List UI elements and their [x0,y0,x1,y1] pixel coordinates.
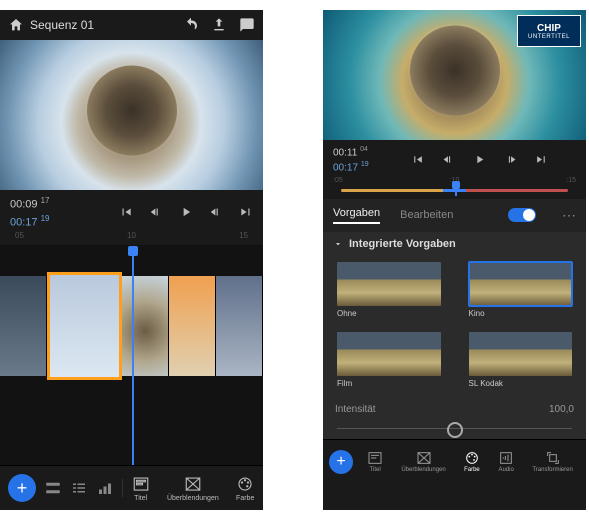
chevron-down-icon [333,239,343,249]
bottom-bar: + Titel Überblendungen Farbe Audio Trans… [323,439,586,484]
undo-icon[interactable] [183,17,199,33]
clip[interactable] [169,276,216,376]
title-icon [132,475,150,493]
timeline[interactable] [0,246,263,465]
levels-icon[interactable] [96,479,114,497]
transitions-icon [184,475,202,493]
presets-section-header[interactable]: Integrierte Vorgaben [323,232,586,254]
add-button[interactable]: + [329,450,353,474]
transport-row: 00:11 04 00:17 19 [323,140,586,177]
share-icon[interactable] [211,17,227,33]
play-icon[interactable] [473,153,486,166]
transport-controls [411,153,548,166]
clip[interactable] [122,276,169,376]
intensity-label: Intensität [335,404,376,415]
home-icon[interactable] [8,17,24,33]
tool-farbe[interactable]: Farbe [236,475,254,502]
transport-controls [119,205,253,219]
skip-start-icon[interactable] [119,205,133,219]
step-back-icon[interactable] [149,205,163,219]
step-forward-icon[interactable] [209,205,223,219]
phone-right: CHIP UNTERTITEL 00:11 04 00:17 19 :05 :1… [323,10,586,510]
tab-edit[interactable]: Bearbeiten [400,209,453,221]
track-collapse-icon[interactable] [44,479,62,497]
tool-ueberblendungen[interactable]: Überblendungen [401,450,445,473]
slider-knob[interactable] [447,422,463,438]
tool-titel[interactable]: Titel [367,450,383,473]
clip[interactable] [0,276,47,376]
color-icon [236,475,254,493]
comment-icon[interactable] [239,17,255,33]
step-forward-icon[interactable] [504,153,517,166]
tool-audio[interactable]: Audio [498,450,514,473]
clip-selected[interactable] [47,272,122,380]
list-icon[interactable] [70,479,88,497]
add-button[interactable]: + [8,474,36,502]
audio-icon [498,450,514,466]
timecode-row: 00:09 17 00:17 19 [0,190,263,229]
skip-end-icon[interactable] [535,153,548,166]
tab-presets[interactable]: Vorgaben [333,207,380,224]
chip-badge: CHIP UNTERTITEL [517,15,581,47]
playhead[interactable] [132,246,134,465]
timecode: 00:09 17 00:17 19 [10,194,50,229]
more-icon[interactable]: ⋯ [562,207,576,224]
step-back-icon[interactable] [442,153,455,166]
timecode: 00:11 04 00:17 19 [333,144,369,175]
header: Sequenz 01 [0,10,263,40]
phone-left: Sequenz 01 00:09 17 00:17 19 05 10 15 [0,10,263,510]
sequence-title: Sequenz 01 [30,18,183,32]
preset-slkodak[interactable]: SL Kodak [469,332,573,388]
effect-toggle[interactable] [508,208,536,222]
bottom-bar: + Titel Überblendungen Farbe [0,465,263,510]
tool-farbe[interactable]: Farbe [464,450,480,473]
skip-start-icon[interactable] [411,153,424,166]
transform-icon [545,450,561,466]
preset-film[interactable]: Film [337,332,441,388]
title-icon [367,450,383,466]
skip-end-icon[interactable] [239,205,253,219]
tool-titel[interactable]: Titel [132,475,150,502]
clip[interactable] [216,276,263,376]
preview-content [410,26,500,116]
intensity-value: 100,0 [549,404,574,415]
intensity-slider[interactable] [323,419,586,439]
tool-ueberblendungen[interactable]: Überblendungen [167,475,219,502]
play-icon[interactable] [179,205,193,219]
effects-tab-row: Vorgaben Bearbeiten ⋯ [323,199,586,232]
intensity-row: Intensität 100,0 [323,396,586,419]
transitions-icon [416,450,432,466]
timeline-ruler: 05 10 15 [0,229,263,246]
tool-transform[interactable]: Transformieren [532,450,572,473]
preset-ohne[interactable]: Ohne [337,262,441,318]
preview-content [87,66,177,156]
preset-kino[interactable]: Kino [469,262,573,318]
preset-grid: Ohne Kino Film SL Kodak [323,254,586,396]
playhead[interactable] [455,186,457,196]
color-icon [464,450,480,466]
preview [0,40,263,190]
mini-timeline[interactable]: :05 :10 :15 [323,177,586,199]
